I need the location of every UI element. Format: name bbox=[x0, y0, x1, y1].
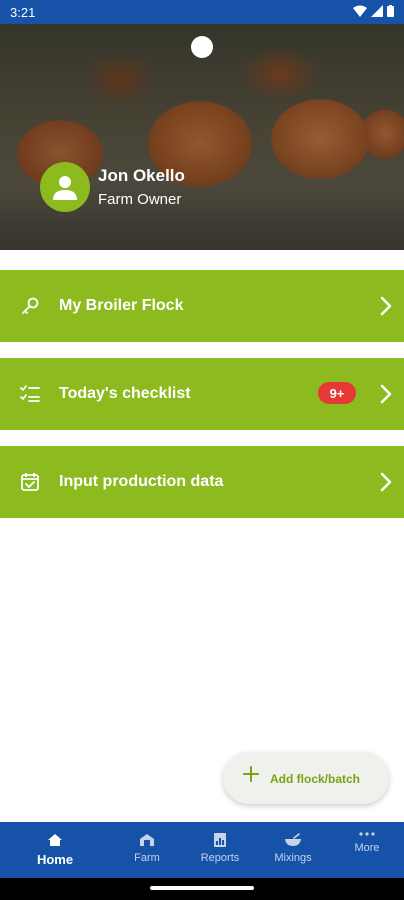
barn-icon bbox=[138, 832, 156, 848]
profile-name: Jon Okello bbox=[98, 166, 185, 185]
chevron-right-icon bbox=[380, 384, 392, 404]
bowl-icon bbox=[284, 832, 302, 848]
nav-home[interactable]: Home bbox=[20, 822, 90, 878]
chevron-right-icon bbox=[380, 296, 392, 316]
menu-item-production-data[interactable]: Input production data bbox=[0, 446, 404, 518]
add-flock-label: Add flock/batch bbox=[270, 772, 361, 786]
nav-label: Mixings bbox=[274, 852, 312, 864]
nav-mixings[interactable]: Mixings bbox=[258, 822, 328, 878]
chevron-right-icon bbox=[380, 472, 392, 492]
gesture-area bbox=[0, 878, 404, 900]
notification-badge: 9+ bbox=[318, 382, 356, 404]
avatar[interactable] bbox=[40, 162, 90, 212]
nav-label: Reports bbox=[200, 852, 240, 864]
nav-label: Farm bbox=[134, 852, 160, 864]
gesture-handle[interactable] bbox=[150, 886, 254, 890]
hero-image: Jon Okello Farm Owner bbox=[0, 24, 404, 250]
key-icon bbox=[20, 296, 40, 316]
nav-reports[interactable]: Reports bbox=[185, 822, 255, 878]
plus-icon bbox=[243, 766, 259, 782]
calendar-check-icon bbox=[20, 472, 40, 492]
home-icon bbox=[46, 832, 64, 848]
menu-item-label: Input production data bbox=[59, 473, 224, 490]
camera-cutout bbox=[191, 36, 213, 58]
wifi-icon bbox=[353, 5, 367, 17]
menu-item-label: Today's checklist bbox=[59, 385, 191, 402]
profile-header: Jon Okello Farm Owner bbox=[40, 162, 185, 212]
more-dots-icon bbox=[358, 830, 376, 838]
menu-item-label: My Broiler Flock bbox=[59, 297, 184, 314]
nav-label: More bbox=[354, 842, 380, 854]
status-time: 3:21 bbox=[10, 5, 36, 20]
signal-icon bbox=[371, 5, 383, 17]
nav-more[interactable]: More bbox=[332, 822, 402, 878]
profile-role: Farm Owner bbox=[98, 191, 182, 208]
battery-icon bbox=[387, 5, 394, 17]
nav-farm[interactable]: Farm bbox=[112, 822, 182, 878]
status-bar: 3:21 bbox=[0, 0, 404, 24]
add-flock-button[interactable]: Add flock/batch bbox=[223, 752, 389, 804]
report-icon bbox=[211, 832, 229, 848]
person-icon bbox=[53, 176, 77, 200]
menu-item-checklist[interactable]: Today's checklist 9+ bbox=[0, 358, 404, 430]
checklist-icon bbox=[20, 384, 40, 404]
nav-label: Home bbox=[36, 852, 74, 867]
menu-item-broiler-flock[interactable]: My Broiler Flock bbox=[0, 270, 404, 342]
bottom-nav: Home Farm Reports Mixings More bbox=[0, 822, 404, 878]
status-icons bbox=[353, 5, 394, 17]
